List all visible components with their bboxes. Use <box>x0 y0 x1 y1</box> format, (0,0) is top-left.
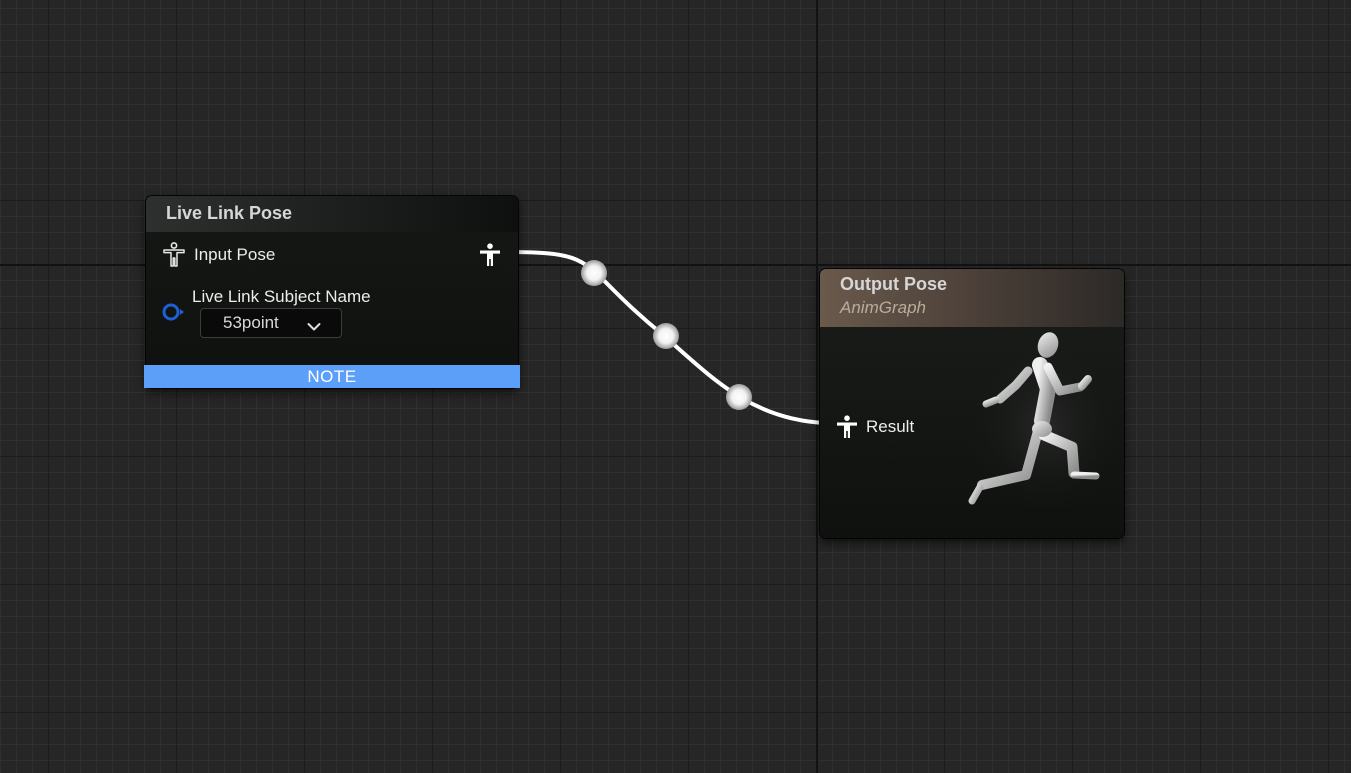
live-link-pose-node[interactable]: Live Link Pose Input Pose Live Link Subj… <box>144 196 520 388</box>
node-subtitle: AnimGraph <box>840 298 926 317</box>
wire-reroute-knot[interactable] <box>726 384 752 410</box>
pose-pin-icon[interactable] <box>162 242 186 268</box>
input-pose-pin-row[interactable]: Input Pose <box>162 242 275 268</box>
result-pin-row[interactable]: Result <box>836 415 914 439</box>
result-label: Result <box>866 417 915 436</box>
node-title: Output Pose <box>840 274 947 294</box>
wire-reroute-knot[interactable] <box>581 260 607 286</box>
output-pose-node[interactable]: Output Pose AnimGraph Result <box>820 269 1126 538</box>
subject-name-value: 53point <box>223 313 279 332</box>
subject-name-label: Live Link Subject Name <box>192 287 371 306</box>
wire-reroute-knot[interactable] <box>653 323 679 349</box>
chevron-down-icon <box>307 317 321 337</box>
anim-graph-canvas[interactable]: Live Link Pose Input Pose Live Link Subj… <box>0 0 1351 773</box>
name-pin-icon[interactable] <box>161 303 185 326</box>
output-pose-pin-icon[interactable] <box>479 243 501 267</box>
pose-pin-icon[interactable] <box>836 415 858 439</box>
node-header[interactable]: Output Pose AnimGraph <box>820 269 1124 327</box>
subject-name-dropdown[interactable]: 53point <box>200 308 342 338</box>
input-pose-label: Input Pose <box>194 245 276 264</box>
node-header[interactable]: Live Link Pose <box>146 196 518 232</box>
node-title: Live Link Pose <box>166 203 293 223</box>
running-mannequin-icon <box>956 327 1126 528</box>
note-bar[interactable]: NOTE <box>144 365 520 388</box>
